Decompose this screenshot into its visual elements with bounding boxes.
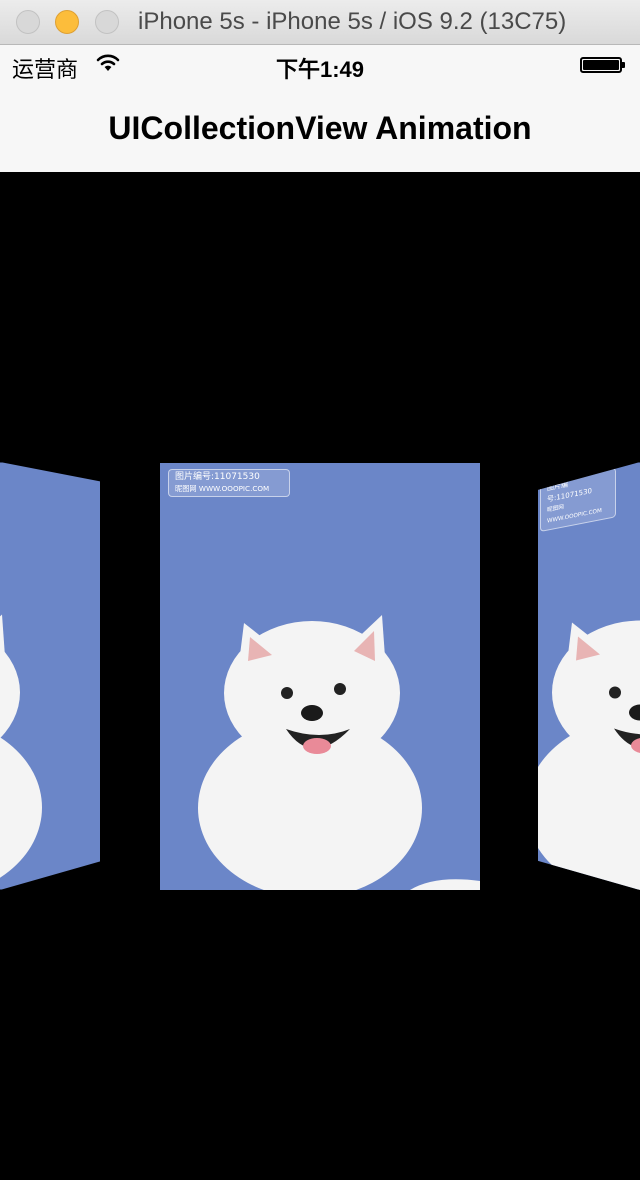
simulator-titlebar: iPhone 5s - iPhone 5s / iOS 9.2 (13C75)	[0, 0, 640, 45]
battery-tip	[622, 62, 625, 68]
collection-cell-right[interactable]: 图片编号:11071530 昵图网 WWW.OOOPIC.COM	[538, 462, 640, 890]
minimize-window-button[interactable]	[55, 10, 79, 34]
battery-icon	[580, 57, 625, 73]
window-title: iPhone 5s - iPhone 5s / iOS 9.2 (13C75)	[138, 8, 567, 35]
collection-view[interactable]: 图片编号:11071530 昵图网 WWW.OOOPIC.COM 图片编号:11…	[0, 172, 640, 1180]
nav-title: UICollectionView Animation	[108, 110, 532, 146]
watermark-id: 图片编号:11071530	[175, 472, 260, 482]
collection-cell-left[interactable]	[0, 462, 102, 890]
puppy-image	[160, 463, 480, 890]
battery-fill	[583, 60, 619, 70]
zoom-window-button[interactable]	[95, 10, 119, 34]
close-window-button[interactable]	[16, 10, 40, 34]
navigation-bar: 运营商 下午1:49 UICollectionView Animation	[0, 45, 640, 173]
collection-cell-center[interactable]: 图片编号:11071530 昵图网 WWW.OOOPIC.COM	[160, 463, 480, 890]
image-watermark: 图片编号:11071530 昵图网 WWW.OOOPIC.COM	[168, 469, 290, 497]
puppy-image	[0, 462, 100, 890]
watermark-site: 昵图网 WWW.OOOPIC.COM	[175, 484, 270, 493]
status-time: 下午1:49	[275, 57, 365, 82]
